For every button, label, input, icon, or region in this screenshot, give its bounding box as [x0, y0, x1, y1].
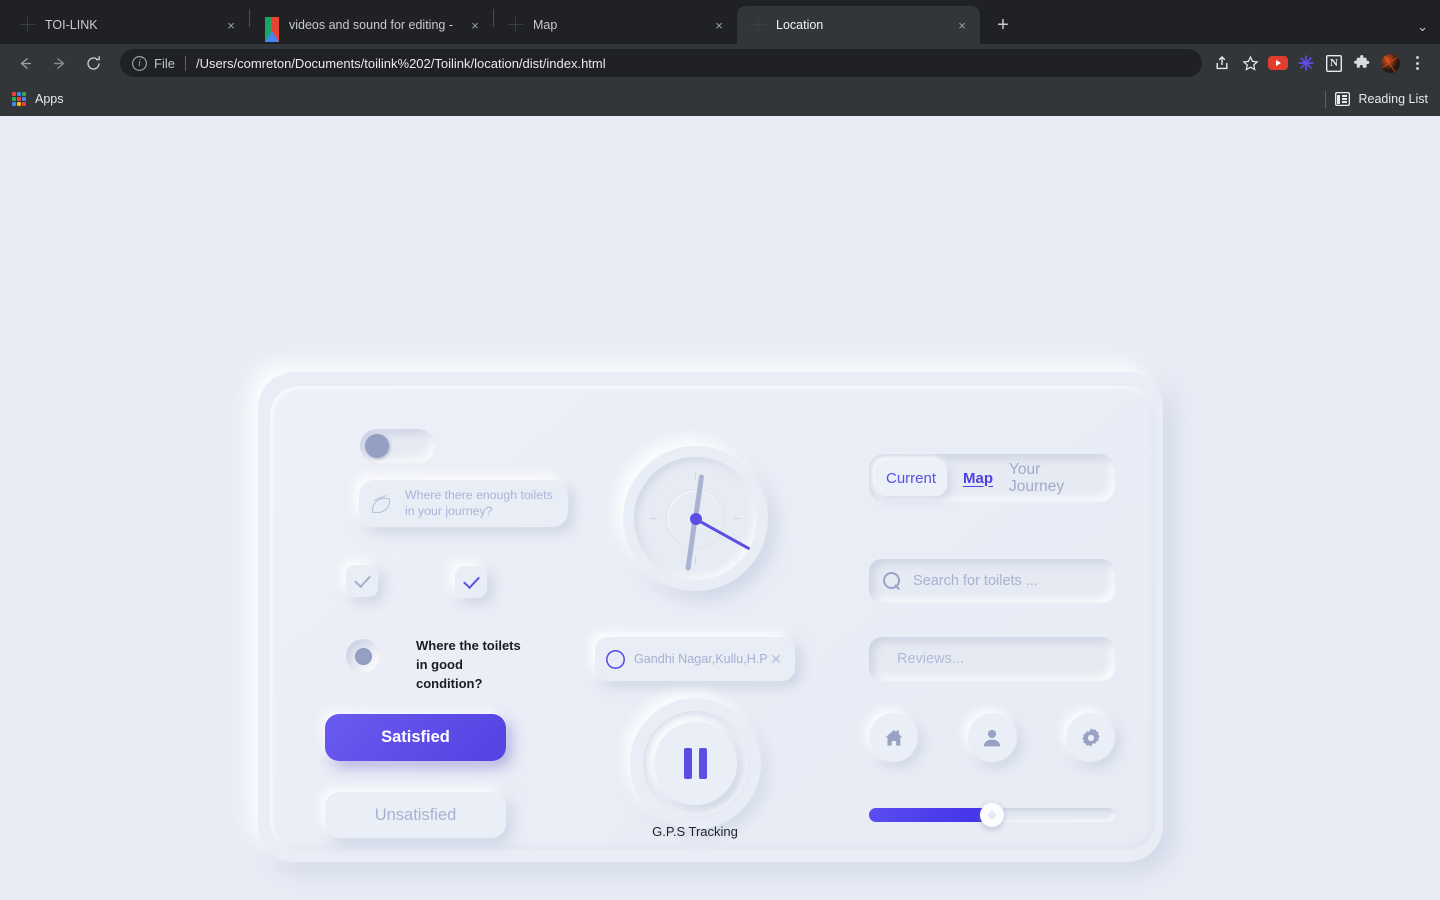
- tab-close-icon[interactable]: ×: [221, 15, 241, 35]
- tab-map[interactable]: Map: [963, 470, 993, 487]
- bookmark-star-icon[interactable]: [1236, 49, 1264, 77]
- browser-tab-2[interactable]: videos and sound for editing - ×: [250, 6, 493, 44]
- home-icon: [884, 729, 902, 746]
- gps-tracking-dial: [630, 698, 761, 829]
- globe-icon: [751, 17, 767, 33]
- new-tab-button[interactable]: +: [986, 8, 1020, 42]
- home-button[interactable]: [869, 713, 918, 762]
- browser-toolbar: i File /Users/comreton/Documents/toilink…: [0, 44, 1440, 82]
- reading-list-label[interactable]: Reading List: [1359, 92, 1429, 106]
- apps-grid-icon: [12, 92, 26, 106]
- bookmarks-bar: Apps Reading List: [0, 82, 1440, 116]
- gps-tracking-label: G.P.S Tracking: [652, 824, 738, 839]
- condition-question-text: Where the toilets in good condition?: [416, 638, 521, 691]
- bookmarks-divider: [1324, 90, 1326, 108]
- slider-thumb[interactable]: [980, 803, 1004, 827]
- pause-icon-bar-right: [699, 748, 707, 779]
- omnibox-divider: [184, 55, 186, 71]
- apps-label[interactable]: Apps: [35, 92, 64, 106]
- condition-radio[interactable]: [346, 639, 380, 673]
- radio-dot: [354, 647, 372, 665]
- kebab-menu-icon[interactable]: [1404, 50, 1430, 76]
- location-value: Gandhi Nagar,Kullu,H.P: [634, 652, 768, 666]
- bookmarks-bar-right: Reading List: [1324, 90, 1429, 108]
- tab-your-journey[interactable]: Your Journey: [1009, 461, 1064, 496]
- globe-icon: [508, 17, 524, 33]
- leaf-icon: [371, 494, 391, 514]
- pause-icon-bar-left: [684, 748, 692, 779]
- browser-chrome: TOI-LINK × videos and sound for editing …: [0, 0, 1440, 116]
- back-arrow-icon[interactable]: [10, 48, 40, 78]
- page-canvas: Where there enough toilets in your journ…: [0, 116, 1440, 900]
- view-tabs: Current Map Your Journey: [869, 454, 1115, 502]
- address-bar[interactable]: i File /Users/comreton/Documents/toilink…: [120, 49, 1202, 77]
- tab-close-icon[interactable]: ×: [709, 15, 729, 35]
- tab-title: Location: [776, 18, 824, 32]
- browser-tab-1[interactable]: TOI-LINK ×: [6, 6, 249, 44]
- range-slider[interactable]: [869, 803, 1115, 827]
- satisfied-button[interactable]: Satisfied: [325, 714, 506, 761]
- clock-tick-9: [650, 517, 657, 520]
- gps-pause-button[interactable]: [654, 722, 737, 805]
- slider-fill: [869, 808, 992, 822]
- google-drive-icon: [264, 17, 280, 42]
- check-icon: [353, 570, 371, 589]
- user-icon: [983, 729, 1001, 746]
- search-icon: [883, 572, 901, 590]
- share-icon[interactable]: [1208, 49, 1236, 77]
- toggle-knob[interactable]: [365, 434, 389, 458]
- youtube-extension-icon[interactable]: [1264, 49, 1292, 77]
- profile-button[interactable]: [967, 713, 1017, 762]
- clock-tick-12: [694, 473, 697, 480]
- reviews-field[interactable]: Reviews...: [869, 637, 1115, 681]
- checkbox-two[interactable]: [455, 566, 487, 598]
- tab-close-icon[interactable]: ×: [952, 15, 972, 35]
- journey-question-text: Where there enough toilets in your journ…: [405, 488, 553, 518]
- tab-current[interactable]: Current: [875, 460, 947, 496]
- quick-actions-row: [869, 713, 1115, 762]
- url-scheme-label: File: [154, 55, 175, 71]
- clock-center-hub: [689, 512, 702, 525]
- tab-close-icon[interactable]: ×: [465, 15, 485, 35]
- page-info-icon[interactable]: i: [132, 56, 147, 71]
- compass-icon: [606, 650, 625, 669]
- search-toilets-field[interactable]: Search for toilets ...: [869, 559, 1115, 603]
- reload-icon[interactable]: [78, 48, 108, 78]
- check-icon: [462, 571, 480, 590]
- analog-clock: [623, 446, 768, 591]
- clear-location-close-icon[interactable]: ✕: [768, 651, 784, 667]
- clock-tick-3: [734, 517, 741, 520]
- tab-title: videos and sound for editing -: [289, 18, 453, 32]
- journey-question-pill[interactable]: Where there enough toilets in your journ…: [359, 480, 568, 527]
- search-placeholder: Search for toilets ...: [913, 573, 1038, 589]
- puzzle-extensions-icon[interactable]: [1348, 49, 1376, 77]
- profile-avatar-icon[interactable]: [1376, 49, 1404, 77]
- tab-title: Map: [533, 18, 558, 32]
- forward-arrow-icon[interactable]: [44, 48, 74, 78]
- tab-strip: TOI-LINK × videos and sound for editing …: [0, 0, 1440, 44]
- clock-face: [634, 457, 757, 580]
- reading-list-icon[interactable]: [1335, 92, 1350, 106]
- tab-title: TOI-LINK: [45, 18, 98, 32]
- clock-tick-6: [694, 557, 697, 564]
- availability-toggle[interactable]: [360, 429, 435, 463]
- settings-button[interactable]: [1066, 713, 1115, 762]
- url-text: /Users/comreton/Documents/toilink%202/To…: [195, 55, 606, 71]
- checkbox-one[interactable]: [346, 565, 378, 597]
- notion-extension-icon[interactable]: N: [1320, 49, 1348, 77]
- browser-tab-4-active[interactable]: Location ×: [737, 6, 980, 44]
- globe-icon: [20, 17, 36, 33]
- browser-tab-3[interactable]: Map ×: [494, 6, 737, 44]
- location-chip[interactable]: Gandhi Nagar,Kullu,H.P ✕: [595, 637, 795, 681]
- unsatisfied-button[interactable]: Unsatisfied: [325, 792, 506, 838]
- notion-glyph: N: [1326, 55, 1342, 72]
- tab-list-chevron-down-icon[interactable]: ⌄: [1417, 19, 1428, 35]
- asterisk-extension-icon[interactable]: [1292, 49, 1320, 77]
- toolbar-icon-group: N: [1208, 49, 1430, 77]
- gear-icon: [1081, 727, 1100, 747]
